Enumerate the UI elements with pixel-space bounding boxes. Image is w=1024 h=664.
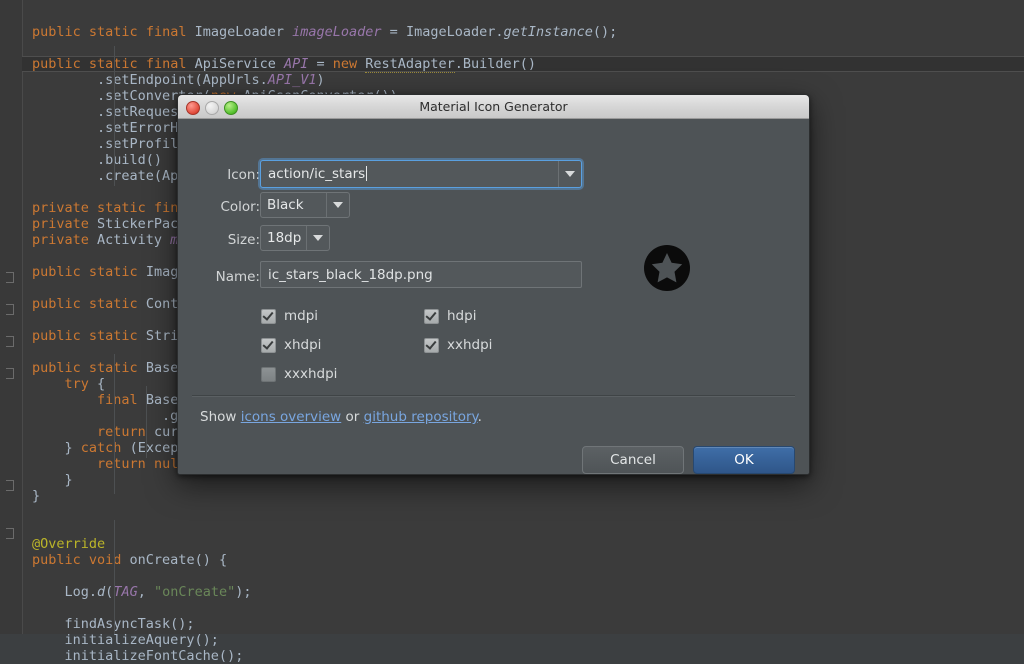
code-line [22, 520, 1024, 536]
dialog-buttons: Cancel OK [582, 446, 795, 474]
density-label: xhdpi [284, 337, 321, 353]
ok-button[interactable]: OK [693, 446, 795, 474]
density-label: xxhdpi [447, 337, 492, 353]
icon-combobox[interactable]: action/ic_stars [260, 160, 582, 188]
name-input[interactable]: ic_stars_black_18dp.png [260, 261, 582, 288]
density-label: hdpi [447, 308, 476, 324]
chevron-down-icon[interactable] [558, 161, 581, 187]
minimize-icon[interactable] [205, 101, 219, 115]
checkbox-checked-icon[interactable] [261, 309, 276, 324]
indent-guide [114, 354, 115, 494]
density-label: xxxhdpi [284, 366, 337, 382]
code-line: public static final ApiService API = new… [22, 56, 1024, 72]
density-checkbox-hdpi[interactable]: hdpi [424, 308, 587, 324]
indent-guide [114, 46, 115, 186]
fold-marker[interactable] [6, 528, 14, 539]
code-line [22, 504, 1024, 520]
material-icon-generator-dialog[interactable]: Material Icon Generator Icon: action/ic_… [177, 94, 810, 475]
color-value: Black [261, 197, 326, 213]
size-value: 18dp [261, 230, 306, 246]
code-line: initializeAquery(); [22, 632, 1024, 648]
size-label: Size: [198, 232, 260, 248]
icon-input-text: action/ic_stars [268, 166, 365, 182]
dialog-titlebar[interactable]: Material Icon Generator [178, 95, 809, 119]
indent-guide [146, 386, 147, 458]
indent-guide [114, 520, 115, 634]
checkbox-checked-icon[interactable] [261, 338, 276, 353]
code-line: initializeFontCache(); [22, 648, 1024, 664]
code-line: public void onCreate() { [22, 552, 1024, 568]
show-prefix-text: Show [200, 409, 241, 425]
density-label: mdpi [284, 308, 318, 324]
footer-middle-text: or [341, 409, 363, 425]
github-repository-link[interactable]: github repository [364, 409, 478, 425]
code-line: @Override [22, 536, 1024, 552]
chevron-down-icon[interactable] [306, 226, 329, 250]
density-checkbox-xhdpi[interactable]: xhdpi [261, 337, 424, 353]
fold-marker[interactable] [6, 272, 14, 283]
footer-suffix-text: . [478, 409, 482, 425]
code-line: public static final ImageLoader imageLoa… [22, 24, 1024, 40]
checkbox-checked-icon[interactable] [424, 309, 439, 324]
fold-marker[interactable] [6, 304, 14, 315]
icon-input[interactable]: action/ic_stars [261, 166, 558, 182]
code-line: .setEndpoint(AppUrls.API_V1) [22, 72, 1024, 88]
code-line [22, 8, 1024, 24]
chevron-down-icon[interactable] [326, 193, 349, 217]
code-line [22, 40, 1024, 56]
fold-marker[interactable] [6, 480, 14, 491]
close-icon[interactable] [186, 101, 200, 115]
fold-marker[interactable] [6, 368, 14, 379]
color-label: Color: [198, 199, 260, 215]
dialog-body: Icon: action/ic_stars Color: Black Size:… [178, 119, 809, 475]
name-label: Name: [198, 269, 260, 285]
zoom-icon[interactable] [224, 101, 238, 115]
code-line [22, 568, 1024, 584]
icon-label: Icon: [198, 167, 260, 183]
name-input-text: ic_stars_black_18dp.png [261, 267, 433, 283]
code-line [22, 600, 1024, 616]
checkbox-checked-icon[interactable] [424, 338, 439, 353]
density-checkbox-group: mdpi hdpi xhdpi xxhdpi [261, 308, 591, 395]
fold-marker[interactable] [6, 336, 14, 347]
code-line: Log.d(TAG, "onCreate"); [22, 584, 1024, 600]
editor-gutter[interactable] [0, 0, 23, 634]
icons-overview-link[interactable]: icons overview [241, 409, 342, 425]
density-checkbox-xxhdpi[interactable]: xxhdpi [424, 337, 587, 353]
dialog-title: Material Icon Generator [178, 95, 809, 118]
text-caret [366, 166, 367, 181]
density-checkbox-xxxhdpi[interactable]: xxxhdpi [261, 366, 424, 382]
checkbox-unchecked-icon[interactable] [261, 367, 276, 382]
code-line: } [22, 488, 1024, 504]
divider [192, 395, 795, 397]
size-combobox[interactable]: 18dp [260, 225, 330, 251]
star-circle-icon [643, 244, 691, 292]
color-combobox[interactable]: Black [260, 192, 350, 218]
density-checkbox-mdpi[interactable]: mdpi [261, 308, 424, 324]
footer-links: Show icons overview or github repository… [200, 409, 482, 425]
cancel-button[interactable]: Cancel [582, 446, 684, 474]
code-line: findAsyncTask(); [22, 616, 1024, 632]
